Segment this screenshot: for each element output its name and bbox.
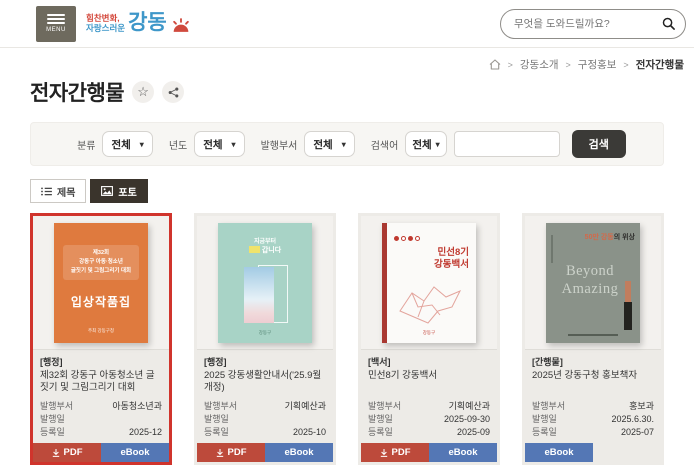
card-title[interactable]: 제32회 강동구 아동청소년 글짓기 및 그림그리기 대회 bbox=[40, 370, 162, 395]
header: MENU 힘찬변화, 자랑스러운 강동 bbox=[0, 0, 694, 48]
site-search-input[interactable] bbox=[514, 18, 656, 30]
chevron-down-icon: ▾ bbox=[232, 140, 236, 149]
view-toggle: 제목 포토 bbox=[30, 179, 694, 203]
dept-label: 발행부서 bbox=[261, 137, 298, 152]
chevron-down-icon: ▾ bbox=[140, 140, 144, 149]
map-line-art bbox=[394, 281, 466, 325]
download-icon bbox=[216, 449, 224, 457]
dept-value: 아동청소년과 bbox=[112, 400, 162, 413]
ebook-button[interactable]: eBook bbox=[265, 443, 333, 462]
star-icon: ☆ bbox=[137, 84, 149, 100]
breadcrumb-item-2[interactable]: 구정홍보 bbox=[578, 57, 617, 72]
book-cover[interactable]: 제32회 강동구 아동·청소년 글짓기 및 그림그리기 대회 입상작품집 주최 … bbox=[54, 223, 148, 343]
dept-label: 발행부서 bbox=[40, 400, 73, 413]
page: MENU 힘찬변화, 자랑스러운 강동 bbox=[0, 0, 694, 449]
year-label: 년도 bbox=[169, 137, 187, 152]
keyword-label: 검색어 bbox=[371, 137, 399, 152]
dots-graphic bbox=[394, 236, 420, 241]
favorite-button[interactable]: ☆ bbox=[132, 81, 154, 103]
publication-grid: 제32회 강동구 아동·청소년 글짓기 및 그림그리기 대회 입상작품집 주최 … bbox=[30, 213, 664, 465]
logo-brand: 강동 bbox=[128, 14, 167, 33]
publication-card: 50만 강동의 위상 Beyond Amazing [간행물] 2025년 강동… bbox=[522, 213, 664, 465]
chevron-down-icon: ▾ bbox=[436, 140, 440, 149]
card-title[interactable]: 민선8기 강동백서 bbox=[368, 370, 490, 395]
ebook-button[interactable]: eBook bbox=[101, 443, 169, 462]
keyword-field-select[interactable]: 전체▾ bbox=[405, 131, 446, 157]
vertical-text-graphic bbox=[624, 302, 632, 330]
list-view-button[interactable]: 제목 bbox=[30, 179, 86, 203]
ebook-button[interactable]: eBook bbox=[525, 443, 593, 462]
regdate-value: 2025-12 bbox=[129, 426, 162, 439]
card-title[interactable]: 2025년 강동구청 홍보책자 bbox=[532, 370, 654, 395]
sun-icon bbox=[170, 18, 192, 33]
book-cover[interactable]: 지금부터 갑니다 강동구 bbox=[218, 223, 312, 343]
ebook-button[interactable]: eBook bbox=[429, 443, 497, 462]
list-icon bbox=[41, 187, 52, 196]
breadcrumb-item-current: 전자간행물 bbox=[636, 57, 684, 72]
pdf-button[interactable]: PDF bbox=[33, 443, 101, 462]
filter-search-button[interactable]: 검색 bbox=[572, 130, 626, 158]
site-search bbox=[500, 9, 686, 39]
share-icon bbox=[168, 87, 179, 98]
download-icon bbox=[52, 449, 60, 457]
pdf-button[interactable]: PDF bbox=[197, 443, 265, 462]
book-cover[interactable]: 50만 강동의 위상 Beyond Amazing bbox=[546, 223, 640, 343]
chevron-down-icon: ▾ bbox=[342, 140, 346, 149]
breadcrumb-item-1[interactable]: 강동소개 bbox=[520, 57, 559, 72]
card-category: [행정] bbox=[40, 355, 162, 368]
publication-card: 제32회 강동구 아동·청소년 글짓기 및 그림그리기 대회 입상작품집 주최 … bbox=[30, 213, 172, 465]
year-select[interactable]: 전체▾ bbox=[194, 131, 244, 157]
category-label: 분류 bbox=[77, 137, 95, 152]
card-category: [간행물] bbox=[532, 355, 654, 368]
breadcrumb: > 강동소개 > 구정홍보 > 전자간행물 bbox=[0, 48, 694, 72]
search-icon[interactable] bbox=[662, 17, 675, 30]
category-select[interactable]: 전체▾ bbox=[102, 131, 152, 157]
card-category: [백서] bbox=[368, 355, 490, 368]
hamburger-icon bbox=[47, 14, 65, 16]
home-icon[interactable] bbox=[489, 59, 501, 70]
keyword-input[interactable] bbox=[454, 131, 560, 157]
regdate-label: 등록일 bbox=[40, 426, 65, 439]
menu-label: MENU bbox=[46, 27, 66, 33]
page-title: 전자간행물 bbox=[30, 77, 124, 107]
menu-button[interactable]: MENU bbox=[36, 6, 76, 42]
book-cover[interactable]: 민선8기 강동백서 강동구 bbox=[382, 223, 476, 343]
card-title[interactable]: 2025 강동생활안내서('25.9월 개정) bbox=[204, 370, 326, 395]
photo-view-button[interactable]: 포토 bbox=[90, 179, 147, 203]
pdf-button[interactable]: PDF bbox=[361, 443, 429, 462]
download-icon bbox=[380, 449, 388, 457]
publication-card: 민선8기 강동백서 강동구 [백서] 민선8기 강동백서 bbox=[358, 213, 500, 465]
card-category: [행정] bbox=[204, 355, 326, 368]
logo-tagline: 힘찬변화, 자랑스러운 bbox=[86, 14, 125, 34]
open-door-graphic bbox=[244, 267, 274, 323]
site-logo[interactable]: 힘찬변화, 자랑스러운 강동 bbox=[86, 14, 192, 34]
share-button[interactable] bbox=[162, 81, 184, 103]
photo-icon bbox=[101, 186, 113, 196]
title-row: 전자간행물 ☆ bbox=[0, 72, 694, 107]
publication-card: 지금부터 갑니다 강동구 [행정] 2025 강동생활안내서('25.9월 개정… bbox=[194, 213, 336, 465]
pubdate-label: 발행일 bbox=[40, 413, 65, 426]
filter-bar: 분류 전체▾ 년도 전체▾ 발행부서 전체▾ 검색어 전체▾ 검색 bbox=[30, 122, 664, 166]
dept-select[interactable]: 전체▾ bbox=[304, 131, 354, 157]
